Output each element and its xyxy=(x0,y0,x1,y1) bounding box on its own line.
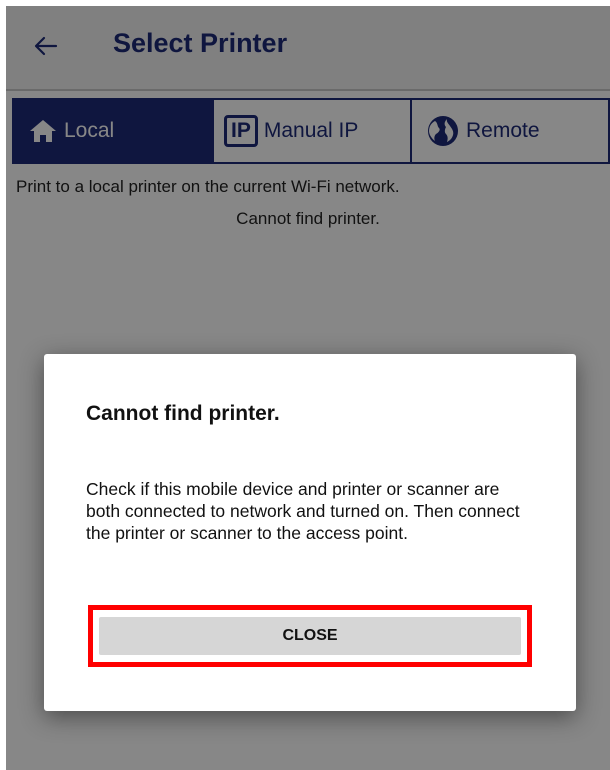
dialog-title: Cannot find printer. xyxy=(86,402,280,425)
close-button-highlight: CLOSE xyxy=(88,605,532,667)
dialog-message: Check if this mobile device and printer … xyxy=(86,479,520,543)
error-dialog: Cannot find printer. Check if this mobil… xyxy=(44,354,576,711)
close-button[interactable]: CLOSE xyxy=(99,617,521,655)
screen: Select Printer Local IP Manual IP Remote… xyxy=(6,6,610,770)
